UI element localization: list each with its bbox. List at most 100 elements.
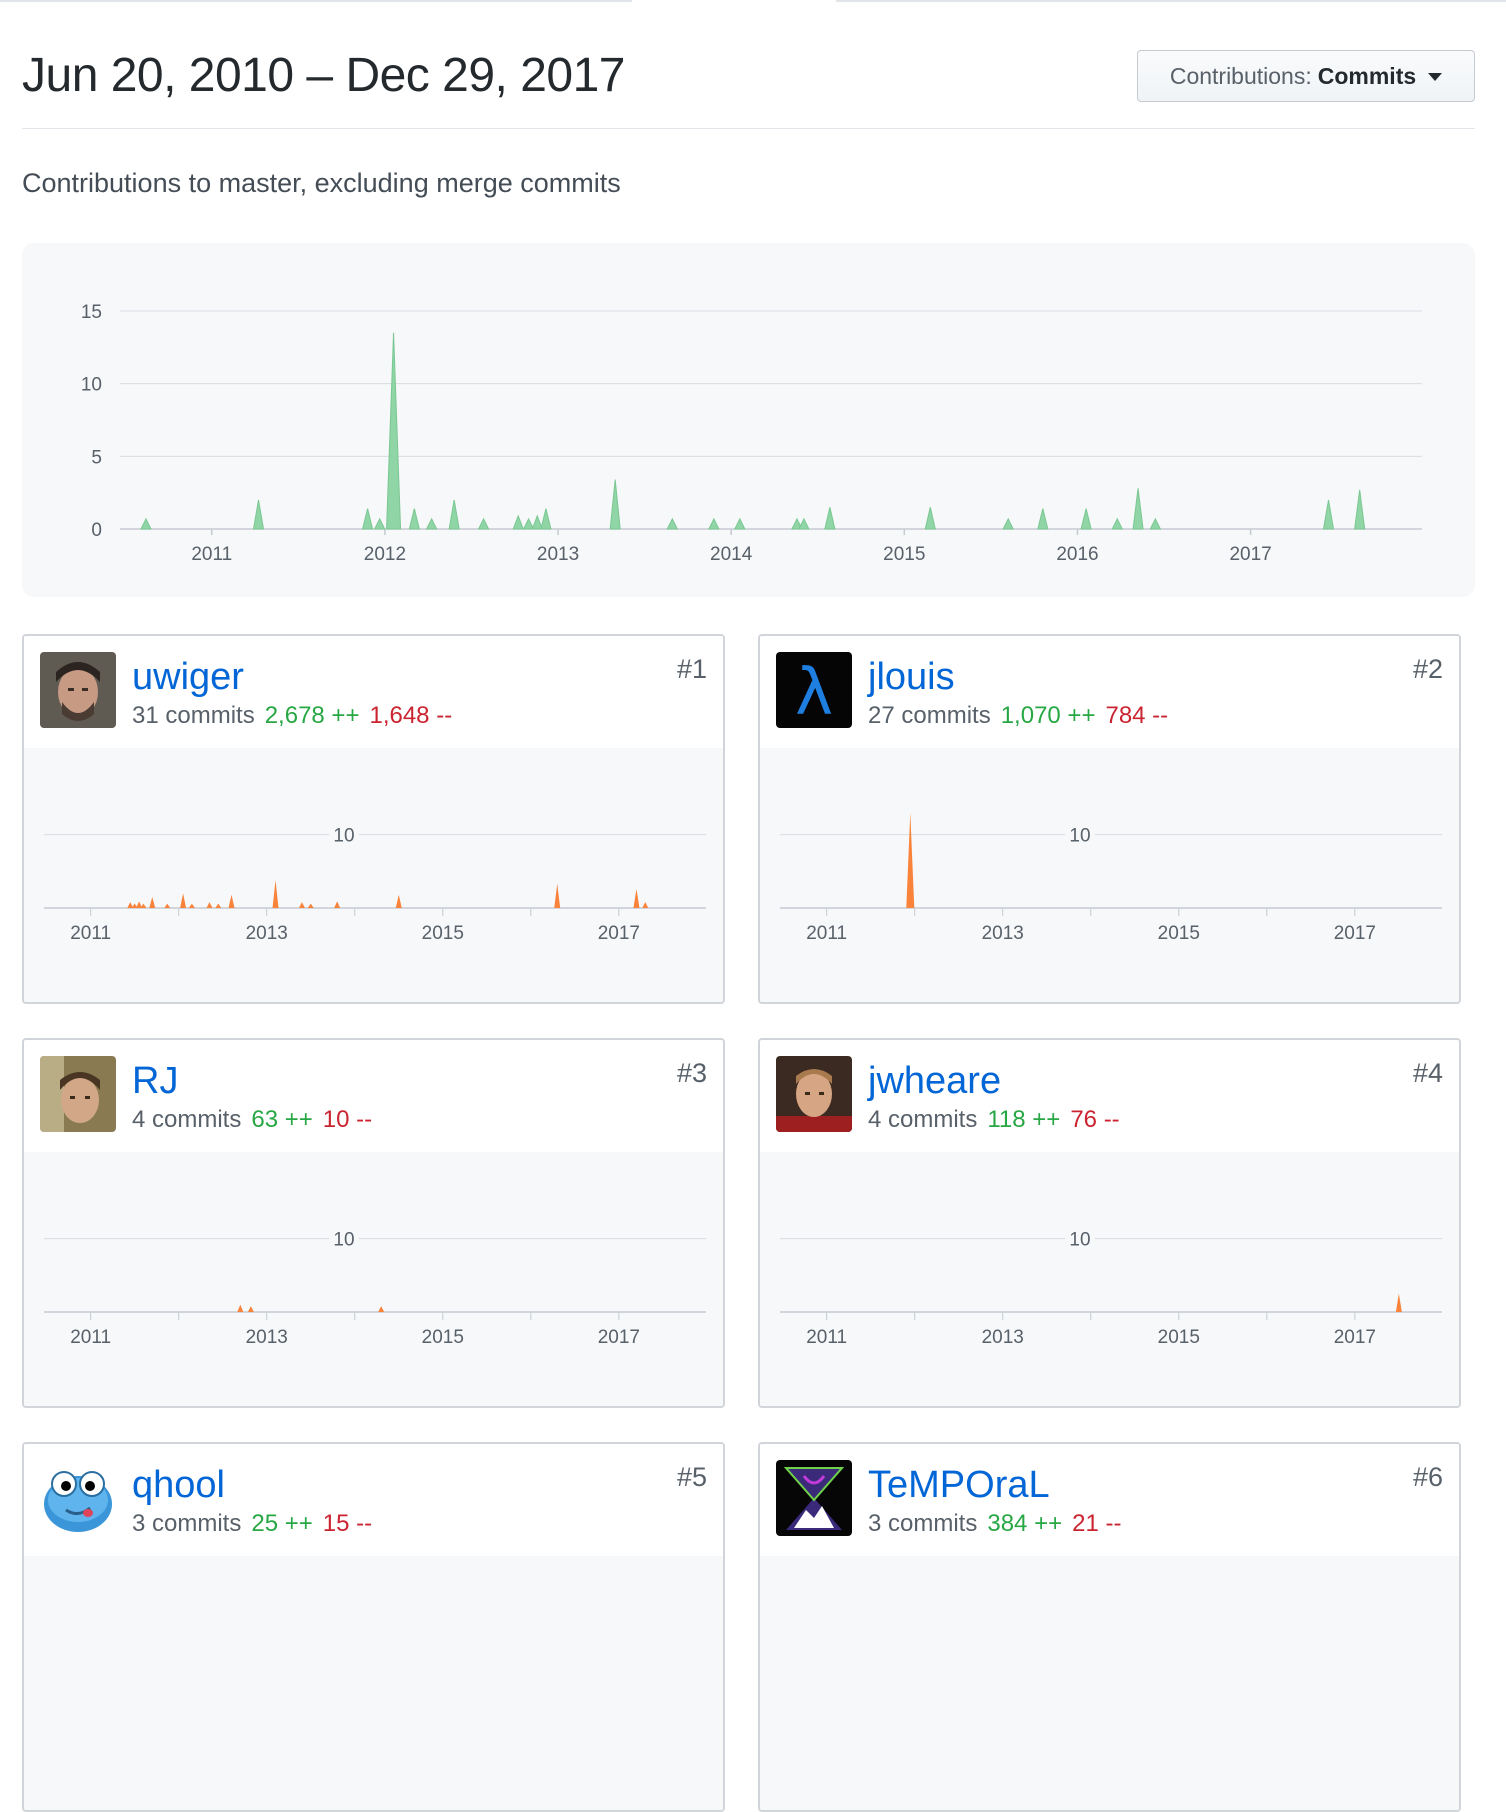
area-peak (1354, 489, 1366, 530)
contributor-login-link[interactable]: RJ (132, 1060, 178, 1103)
area-peak (408, 508, 420, 530)
area-peak (512, 514, 524, 530)
contributor-chart (760, 1556, 1459, 1810)
deletions-count: 10 -- (322, 1106, 373, 1133)
area-peak (386, 332, 402, 530)
area-peak (149, 897, 156, 908)
contributor-rank: #5 (676, 1462, 707, 1492)
area-peak (334, 901, 341, 908)
commit-count: 4 commits (868, 1106, 978, 1133)
area-peak (361, 508, 374, 530)
y-tick-label: 10 (1069, 1230, 1090, 1251)
x-tick-label: 2011 (70, 923, 111, 944)
area-peak (824, 507, 836, 530)
area-peak (1149, 517, 1162, 530)
x-tick-label: 2017 (1334, 923, 1376, 944)
x-tick-label: 2013 (246, 923, 288, 944)
x-tick-label: 2015 (1158, 923, 1200, 944)
y-tick-label: 10 (1069, 826, 1090, 847)
contributor-chart: 10 2011 2013 2015 2017 (760, 748, 1459, 1002)
avatar-qhool[interactable] (40, 1460, 116, 1536)
y-tick-label: 10 (333, 1230, 354, 1251)
contributor-chart-svg: 10 2011 2013 2015 2017 (44, 823, 706, 944)
deletions-count: 784 -- (1105, 702, 1169, 729)
contributor-card-header: jwheare 4 commits 118 ++ 76 -- #4 (760, 1040, 1459, 1154)
main-contributions-chart: 0 5 10 15 2011 2012 2013 2014 2015 2016 2017 (22, 243, 1475, 597)
contributor-card-header: λ jlouis 27 commits 1,070 ++ 784 -- #2 (760, 636, 1459, 750)
area-peak (425, 517, 438, 530)
contributor-rank: #3 (676, 1058, 707, 1088)
contributor-card: λ jlouis 27 commits 1,070 ++ 784 -- #2 10 2… (758, 634, 1461, 1004)
contributor-stats: 3 commits 384 ++ 21 -- (868, 1510, 1121, 1538)
area-peak (1395, 1293, 1402, 1312)
area-peak (708, 517, 720, 530)
x-tick-label: 2015 (422, 1327, 464, 1348)
additions-count: 2,678 ++ (264, 702, 360, 729)
contributor-login-link[interactable]: qhool (132, 1464, 225, 1507)
contributor-chart-svg: 10 2011 2013 2015 2017 (44, 1227, 706, 1348)
area-peak (1002, 517, 1015, 530)
contributions-select-button[interactable]: Contributions: Commits (1137, 50, 1475, 102)
area-peak (206, 902, 213, 908)
avatar-temporal[interactable] (776, 1460, 852, 1536)
avatar-rj[interactable] (40, 1056, 116, 1132)
avatar-uwiger[interactable] (40, 652, 116, 728)
commit-count: 3 commits (868, 1510, 978, 1537)
area-peak (247, 1306, 254, 1312)
contributor-card-header: qhool 3 commits 25 ++ 15 -- #5 (24, 1444, 723, 1558)
additions-count: 25 ++ (251, 1510, 313, 1537)
contributor-rank: #2 (1412, 654, 1443, 684)
x-tick-label: 2013 (982, 1327, 1024, 1348)
x-tick-label: 2015 (422, 923, 464, 944)
y-tick-label: 10 (333, 826, 354, 847)
x-tick-label: 2011 (191, 544, 232, 565)
contributor-stats: 27 commits 1,070 ++ 784 -- (868, 702, 1168, 730)
area-peak (140, 903, 147, 908)
area-peak (272, 880, 279, 908)
area-peak (378, 1306, 385, 1312)
area-peak (164, 903, 171, 908)
contributor-login-link[interactable]: TeMPOraL (868, 1464, 1050, 1507)
area-peak (298, 902, 305, 908)
contributor-card: jwheare 4 commits 118 ++ 76 -- #4 10 2011 20… (758, 1038, 1461, 1408)
area-peak (633, 888, 640, 908)
avatar-jwheare[interactable] (776, 1056, 852, 1132)
contributor-card: uwiger 31 commits 2,678 ++ 1,648 -- #1 10 2… (22, 634, 725, 1004)
area-peak (666, 517, 679, 530)
x-tick-label: 2015 (1158, 1327, 1200, 1348)
x-tick-label: 2015 (883, 544, 925, 565)
area-peak (395, 894, 402, 908)
svg-text:λ: λ (795, 656, 833, 728)
y-tick-label: 15 (81, 302, 102, 323)
contributor-card: TeMPOraL 3 commits 384 ++ 21 -- #6 (758, 1442, 1461, 1812)
contributor-login-link[interactable]: uwiger (132, 656, 244, 699)
contributor-stats: 3 commits 25 ++ 15 -- (132, 1510, 372, 1538)
y-tick-label: 10 (81, 375, 102, 396)
additions-count: 384 ++ (987, 1510, 1063, 1537)
chart-subtitle: Contributions to master, excluding merge… (22, 168, 621, 198)
contributor-login-link[interactable]: jlouis (868, 656, 955, 699)
contributor-chart (24, 1556, 723, 1810)
contributor-card-header: TeMPOraL 3 commits 384 ++ 21 -- #6 (760, 1444, 1459, 1558)
contributor-rank: #1 (676, 654, 707, 684)
area-peak (1080, 508, 1092, 530)
contributor-card-header: uwiger 31 commits 2,678 ++ 1,648 -- #1 (24, 636, 723, 750)
area-peak (798, 517, 810, 530)
deletions-count: 76 -- (1070, 1106, 1120, 1133)
deletions-count: 21 -- (1072, 1510, 1122, 1537)
select-prefix: Contributions: (1169, 62, 1312, 89)
y-tick-label: 0 (91, 520, 102, 541)
area-peak (1111, 517, 1124, 530)
area-peak (540, 508, 552, 530)
contributor-chart-svg: 10 2011 2013 2015 2017 (780, 812, 1442, 944)
deletions-count: 1,648 -- (369, 702, 453, 729)
contributor-card: RJ 4 commits 63 ++ 10 -- #3 10 2011 2013 2015… (22, 1038, 725, 1408)
area-peak (477, 517, 490, 530)
area-peak (1132, 488, 1144, 530)
contributor-login-link[interactable]: jwheare (868, 1060, 1001, 1103)
avatar-jlouis[interactable]: λ (776, 652, 852, 728)
contributor-card-header: RJ 4 commits 63 ++ 10 -- #3 (24, 1040, 723, 1154)
x-tick-label: 2013 (982, 923, 1024, 944)
contributor-stats: 4 commits 63 ++ 10 -- (132, 1106, 372, 1134)
area-peak (1322, 499, 1335, 530)
